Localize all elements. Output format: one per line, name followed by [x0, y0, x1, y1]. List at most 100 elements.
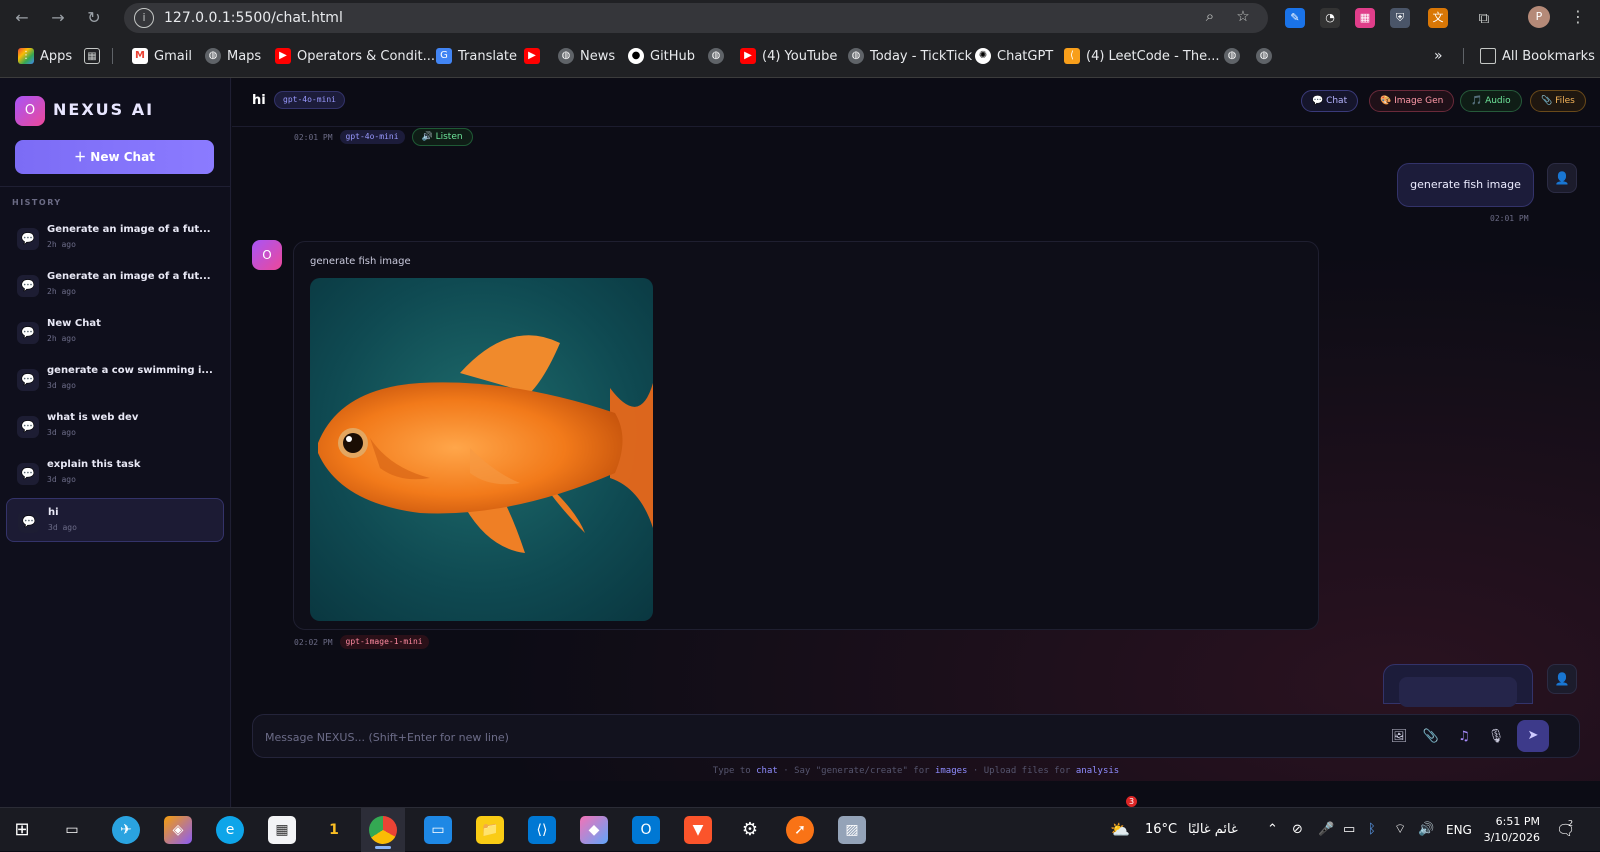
copilot-icon[interactable]: ◈ — [164, 816, 192, 844]
wifi-icon[interactable]: ⌔ — [1394, 808, 1406, 852]
address-bar[interactable]: i 127.0.0.1:5500/chat.html — [124, 3, 1268, 33]
bookmark-operators[interactable]: ▶ Operators & Condit... — [275, 46, 435, 66]
tray-chevron-icon[interactable]: ⌃ — [1267, 808, 1278, 852]
bookmark-separator — [112, 48, 113, 64]
postman-icon[interactable]: ➚ — [786, 816, 814, 844]
volume-icon[interactable]: 🔊 — [1418, 808, 1434, 852]
start-icon[interactable]: ⊞ — [8, 816, 36, 844]
url-text[interactable]: 127.0.0.1:5500/chat.html — [164, 10, 343, 26]
outlook-icon[interactable]: O — [632, 816, 660, 844]
bookmark-star-icon[interactable]: ☆ — [1233, 6, 1253, 26]
back-icon[interactable]: ← — [10, 6, 34, 30]
system-clock[interactable]: 6:51 PM 3/10/2026 — [1480, 814, 1540, 846]
extension-grid-icon[interactable]: ▦ — [1355, 8, 1375, 28]
mode-image-gen-button[interactable]: 🎨 Image Gen — [1369, 90, 1455, 112]
bookmark-apps[interactable]: ⋮ Apps — [18, 46, 72, 66]
bookmark-news[interactable]: ◍ News — [558, 46, 615, 66]
bookmark-maps[interactable]: ◍ Maps — [205, 46, 261, 66]
file-explorer-icon[interactable]: 📁 — [476, 816, 504, 844]
site-info-icon[interactable]: i — [134, 8, 154, 28]
m365-icon[interactable]: ◆ — [580, 816, 608, 844]
extension-feather-icon[interactable]: ✎ — [1285, 8, 1305, 28]
history-item[interactable]: 💬 explain this task 3d ago — [6, 451, 224, 495]
bookmark-youtube[interactable]: ▶ (4) YouTube — [740, 46, 837, 66]
brand-name: NEXUS AI — [53, 100, 155, 119]
bookmark-gmail[interactable]: M Gmail — [132, 46, 192, 66]
extension-translate-icon[interactable]: 文 — [1428, 8, 1448, 28]
bookmark-globe-3[interactable]: ◍ — [1256, 46, 1272, 66]
zoom-icon[interactable]: ⌕ — [1200, 6, 1220, 26]
user-message-time: 02:01 PM — [1490, 214, 1529, 223]
bookmark-ticktick[interactable]: ◍ Today - TickTick — [848, 46, 972, 66]
tray-hidden-icon[interactable]: ⊘ — [1292, 808, 1303, 852]
model-badge: gpt-4o-mini — [274, 91, 345, 109]
microphone-icon[interactable]: 🎤 — [1318, 808, 1334, 852]
music-icon[interactable]: ♫ — [1454, 726, 1474, 748]
battery-icon[interactable]: ▭ — [1343, 808, 1355, 852]
bookmark-separator-2 — [1463, 48, 1464, 64]
weather-temperature[interactable]: 16°C — [1145, 808, 1177, 852]
bookmark-globe-2[interactable]: ◍ — [1224, 46, 1240, 66]
mode-chat-button[interactable]: 💬 Chat — [1301, 90, 1359, 112]
history-item-title: Generate an image of a fut... — [47, 224, 211, 235]
translate-icon: G — [436, 48, 452, 64]
forward-icon[interactable]: → — [46, 6, 70, 30]
language-indicator[interactable]: ENG — [1446, 808, 1472, 852]
globe-icon: ◍ — [1224, 48, 1240, 64]
paperclip-icon[interactable]: 📎 — [1421, 726, 1441, 748]
bookmark-leetcode[interactable]: ⟨ (4) LeetCode - The... — [1064, 46, 1219, 66]
history-item[interactable]: 💬 what is web dev 3d ago — [6, 404, 224, 448]
all-bookmarks[interactable]: All Bookmarks — [1480, 46, 1595, 66]
bookmark-youtube-short[interactable]: ▶ — [524, 46, 540, 66]
bookmark-github[interactable]: ● GitHub — [628, 46, 695, 66]
bookmark-globe[interactable]: ◍ — [708, 46, 724, 66]
weather-badge: 3 — [1126, 796, 1137, 807]
history-item-active[interactable]: 💬 hi 3d ago — [6, 498, 224, 542]
send-button[interactable]: ➤ — [1517, 720, 1549, 752]
globe-icon: ◍ — [205, 48, 221, 64]
composer-hint: Type to chat · Say "generate/create" for… — [712, 766, 1120, 776]
weather-icon[interactable]: ⛅ — [1110, 808, 1130, 852]
history-item-time: 3d ago — [48, 523, 77, 532]
vscode-icon[interactable]: ⟨⟩ — [528, 816, 556, 844]
user-avatar-icon: 👤 — [1547, 163, 1577, 193]
extension-shield-icon[interactable]: ⛨ — [1390, 8, 1410, 28]
history-item[interactable]: 💬 generate a cow swimming i... 3d ago — [6, 357, 224, 401]
profile-avatar[interactable]: P — [1528, 6, 1550, 28]
history-item[interactable]: 💬 Generate an image of a fut... 2h ago — [6, 216, 224, 260]
telegram-icon[interactable]: ✈ — [112, 816, 140, 844]
chrome-icon[interactable] — [369, 816, 397, 844]
bookmark-chatgpt[interactable]: ✺ ChatGPT — [975, 46, 1053, 66]
mic-icon[interactable]: 🎙 — [1486, 726, 1506, 748]
bluetooth-icon[interactable]: ᛒ — [1368, 808, 1376, 852]
browser-menu-icon[interactable]: ⋮ — [1568, 6, 1588, 28]
snipping-icon[interactable]: ▨ — [838, 816, 866, 844]
message-input[interactable] — [265, 727, 1365, 747]
new-chat-button[interactable]: ＋ New Chat — [15, 140, 214, 174]
edge-icon[interactable]: e — [216, 816, 244, 844]
bookmark-grid[interactable]: ▦ — [84, 46, 100, 66]
notification-icon[interactable]: 🗨 — [1556, 808, 1575, 852]
message-list[interactable]: 02:01 PM gpt-4o-mini 🔊 Listen generate f… — [232, 128, 1600, 781]
reload-icon[interactable]: ↻ — [82, 6, 106, 30]
mode-audio-button[interactable]: 🎵 Audio — [1460, 90, 1522, 112]
weather-description[interactable]: غائم غالبًا — [1188, 808, 1238, 852]
brave-icon[interactable]: ▼ — [684, 816, 712, 844]
history-item[interactable]: 💬 New Chat 2h ago — [6, 310, 224, 354]
extension-dial-icon[interactable]: ◔ — [1320, 8, 1340, 28]
generated-fish-image[interactable] — [310, 278, 653, 621]
settings-gear-icon[interactable]: ⚙ — [736, 816, 764, 844]
task-view-icon[interactable]: ▭ — [58, 816, 86, 844]
extensions-puzzle-icon[interactable]: ⧉ — [1474, 8, 1494, 28]
history-item[interactable]: 💬 Generate an image of a fut... 2h ago — [6, 263, 224, 307]
onenote-icon[interactable]: 1 — [320, 816, 348, 844]
bookmarks-overflow[interactable]: » — [1434, 46, 1443, 66]
ai-message: generate fish image — [293, 241, 1319, 630]
mode-files-button[interactable]: 📎 Files — [1530, 90, 1586, 112]
listen-button[interactable]: 🔊 Listen — [411, 128, 473, 146]
store-icon[interactable]: ▦ — [268, 816, 296, 844]
image-icon[interactable]: 🖼 — [1389, 726, 1409, 748]
history-item-time: 2h ago — [47, 334, 76, 343]
bookmark-translate[interactable]: G Translate — [436, 46, 517, 66]
remote-desktop-icon[interactable]: ▭ — [424, 816, 452, 844]
